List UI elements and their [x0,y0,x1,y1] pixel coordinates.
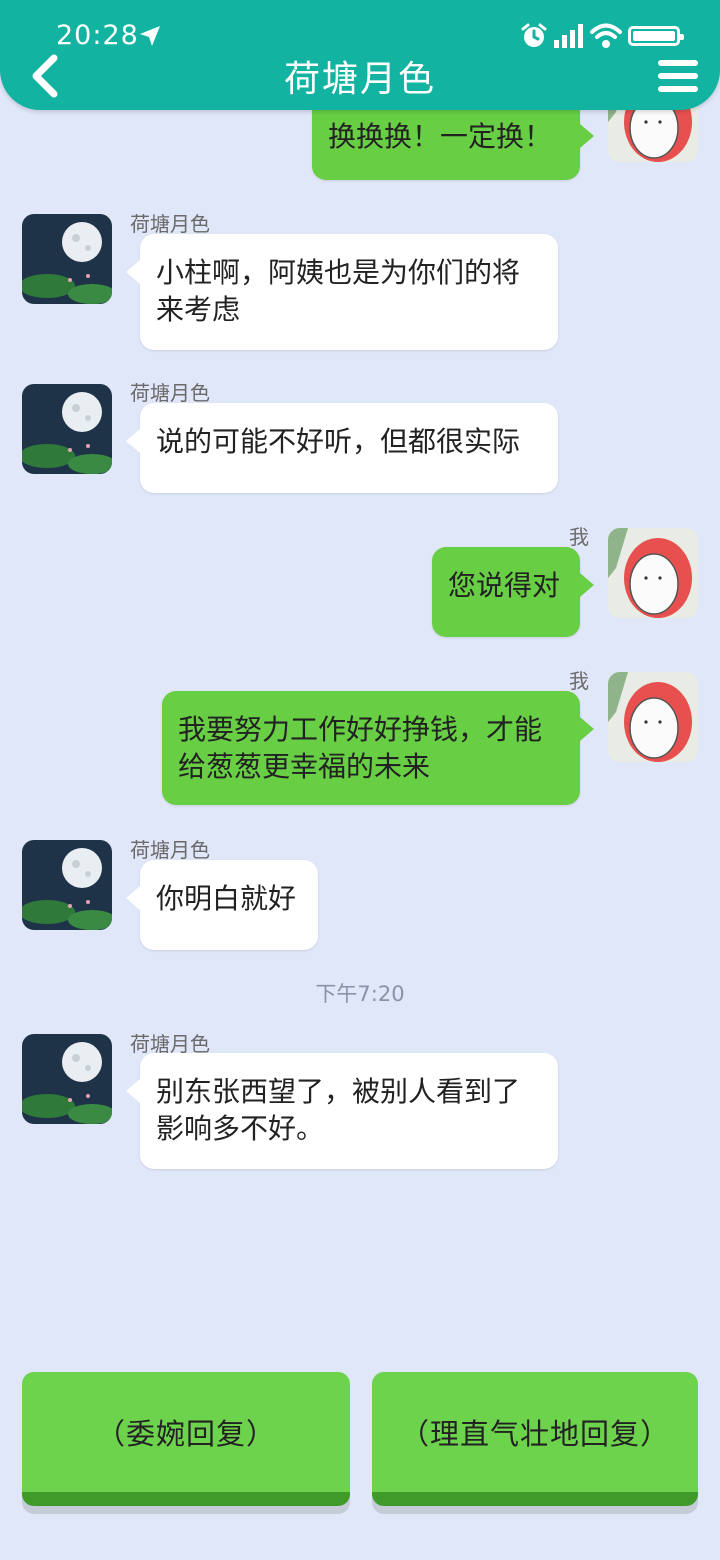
menu-line [658,73,698,79]
status-time: 20:28 [56,20,139,51]
chat-timestamp: 下午7:20 [315,982,405,1006]
contact-avatar[interactable] [22,1034,112,1124]
status-icons [520,22,684,50]
message-bubble-incoming: 别东张西望了，被别人看到了影响多不好。 [126,1053,558,1169]
contact-avatar[interactable] [22,214,112,304]
contact-avatar[interactable] [22,384,112,474]
message-bubble-incoming: 你明白就好 [126,860,318,950]
menu-line [658,86,698,92]
signal-icon [554,24,583,48]
location-arrow-icon [140,26,160,46]
menu-button[interactable] [658,60,698,94]
contact-avatar[interactable] [22,840,112,930]
message-text: 您说得对 [448,569,561,602]
message-bubble-incoming: 小柱啊，阿姨也是为你们的将来考虑 [126,234,558,350]
message-bubble-outgoing: 换换换！一定换！ [312,98,594,180]
battery-icon [628,26,684,46]
wifi-icon [590,23,622,48]
sender-name: 荷塘月色 [130,212,210,236]
message-text: 说的可能不好听，但都很实际 [156,425,521,458]
message-text: 别东张西望了，被别人看到了影响多不好。 [156,1075,521,1145]
reply-choice-button-2[interactable]: （理直气壮地回复） [372,1372,698,1506]
reply-choice-button-1[interactable]: （委婉回复） [22,1372,350,1506]
sender-name: 荷塘月色 [130,838,210,862]
sender-name: 我 [569,525,589,549]
chat-title: 荷塘月色 [283,59,436,100]
message-text: 小柱啊，阿姨也是为你们的将来考虑 [156,256,521,326]
message-bubble-incoming: 说的可能不好听，但都很实际 [126,403,558,493]
menu-line [658,60,698,66]
my-avatar[interactable] [608,672,698,762]
alarm-icon [521,23,547,47]
message-text: 你明白就好 [156,882,297,915]
message-bubble-outgoing: 我要努力工作好好挣钱，才能给葱葱更幸福的未来 [162,691,594,805]
message-bubble-outgoing: 您说得对 [432,547,594,637]
my-avatar[interactable] [608,528,698,618]
message-text: 换换换！一定换！ [328,120,553,153]
sender-name: 荷塘月色 [130,381,210,405]
sender-name: 我 [569,669,589,693]
app-header: 20:28 荷塘月色 [0,0,720,110]
message-text: 我要努力工作好好挣钱，才能给葱葱更幸福的未来 [178,713,543,783]
